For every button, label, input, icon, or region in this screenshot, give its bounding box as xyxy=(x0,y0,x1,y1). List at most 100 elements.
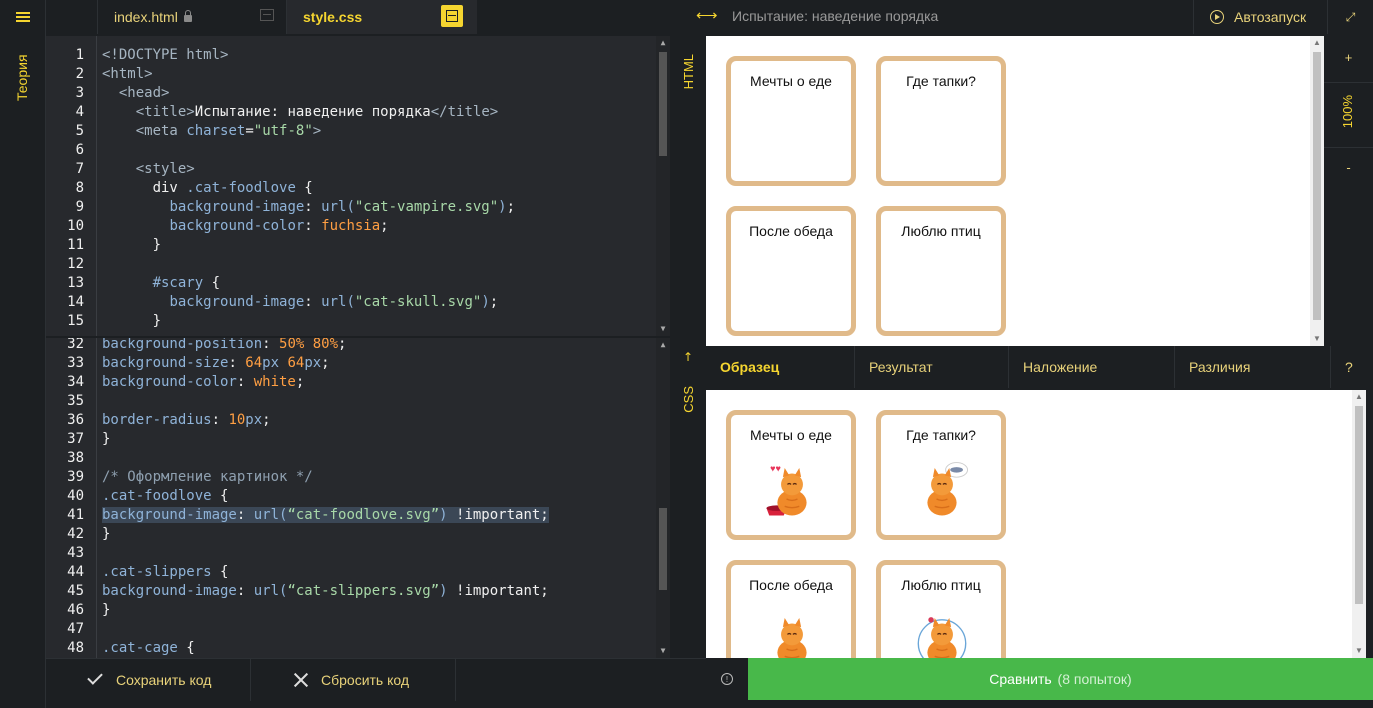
scroll-thumb[interactable] xyxy=(1313,52,1321,320)
compare-bar: ! Сравнить (8 попыток) xyxy=(706,658,1373,700)
code-line[interactable]: background-position: 50% 80%; xyxy=(102,338,346,354)
scroll-thumb[interactable] xyxy=(659,52,667,156)
line-number: 48 xyxy=(67,640,84,656)
scroll-down-icon[interactable]: ▼ xyxy=(656,324,670,334)
code-line[interactable]: .cat-foodlove { xyxy=(102,487,228,506)
code-line[interactable]: background-size: 64px 64px; xyxy=(102,354,330,373)
code-area[interactable]: <!DOCTYPE html> <html> <head> <title>Испы… xyxy=(102,36,656,336)
line-number: 44 xyxy=(67,564,84,580)
code-line[interactable]: background-image: url("cat-skull.svg"); xyxy=(102,293,498,312)
close-icon xyxy=(293,672,309,688)
tab-sample[interactable]: Образец xyxy=(706,346,854,388)
preview-card: Мечты о еде ♥♥ xyxy=(726,410,856,540)
scroll-up-icon[interactable]: ▲ xyxy=(1352,392,1366,402)
code-line[interactable]: background-image: url(“cat-foodlove.svg”… xyxy=(102,506,549,525)
code-line[interactable]: <meta charset="utf-8"> xyxy=(102,122,322,141)
code-line[interactable]: } xyxy=(102,601,110,620)
card-label: Люблю птиц xyxy=(901,577,981,593)
code-line[interactable]: <style> xyxy=(102,160,195,179)
scrollbar[interactable]: ▲ ▼ xyxy=(656,36,670,336)
scroll-up-icon[interactable]: ▲ xyxy=(656,38,670,48)
compare-button[interactable]: Сравнить (8 попыток) xyxy=(748,658,1373,700)
css-editor[interactable]: 32 33 34 35 36 37 38 39 40 41 42 43 44 45 46 47 48 backg… xyxy=(46,338,670,658)
preview-card: После обеда xyxy=(726,206,856,336)
preview-card: Мечты о еде xyxy=(726,56,856,186)
collapse-icon[interactable] xyxy=(260,9,274,21)
editor-tabs: index.html style.css xyxy=(46,0,670,34)
code-line[interactable]: .cat-cage { xyxy=(102,639,195,658)
line-number: 12 xyxy=(67,256,84,272)
line-number: 47 xyxy=(67,621,84,637)
code-line[interactable]: } xyxy=(102,312,161,331)
svg-text:♥♥: ♥♥ xyxy=(770,464,781,474)
code-line[interactable]: <!DOCTYPE html> xyxy=(102,46,228,65)
zoom-out-button[interactable]: - xyxy=(1324,160,1373,175)
code-line[interactable]: } xyxy=(102,525,110,544)
code-line[interactable]: background-image: url("cat-vampire.svg")… xyxy=(102,198,515,217)
compare-label: Сравнить xyxy=(989,671,1052,687)
line-number: 8 xyxy=(75,180,84,196)
html-editor[interactable]: 1 2 3 4 5 6 7 8 9 10 11 12 13 14 15 <!DOCTYPE html> <ht… xyxy=(46,36,670,336)
code-line[interactable]: #scary { xyxy=(102,274,220,293)
resize-arrows-icon[interactable]: ⟷ xyxy=(696,6,718,24)
scroll-thumb[interactable] xyxy=(659,508,667,590)
line-number: 36 xyxy=(67,412,84,428)
theory-tab[interactable]: Теория xyxy=(14,52,30,104)
code-line[interactable]: border-radius: 10px; xyxy=(102,411,271,430)
code-line[interactable]: background-color: white; xyxy=(102,373,304,392)
fullscreen-icon[interactable]: ⤢ xyxy=(1327,0,1373,34)
code-line[interactable]: background-image: url(“cat-slippers.svg”… xyxy=(102,582,549,601)
tab-result[interactable]: Результат xyxy=(854,346,1008,388)
preview-card: Люблю птиц xyxy=(876,206,1006,336)
scroll-up-icon[interactable]: ▲ xyxy=(1310,38,1324,48)
tab-diff[interactable]: Различия xyxy=(1174,346,1330,388)
tab-style-css[interactable]: style.css xyxy=(287,0,477,34)
scrollbar[interactable]: ▲ ▼ xyxy=(1352,390,1366,658)
code-line[interactable]: <head> xyxy=(102,84,170,103)
line-number: 3 xyxy=(75,85,84,101)
card-label: Мечты о еде xyxy=(750,427,832,443)
code-area[interactable]: background-position: 50% 80%; background-… xyxy=(102,338,656,658)
scrollbar[interactable]: ▲ ▼ xyxy=(1310,36,1324,346)
code-line[interactable]: } xyxy=(102,236,161,255)
preview-card: Люблю птиц xyxy=(876,560,1006,658)
scroll-down-icon[interactable]: ▼ xyxy=(1310,334,1324,344)
line-number: 42 xyxy=(67,526,84,542)
play-icon xyxy=(1210,10,1224,24)
save-label: Сохранить код xyxy=(116,672,212,688)
card-label: Где тапки? xyxy=(906,427,976,443)
code-line[interactable]: } xyxy=(102,430,110,449)
info-icon[interactable]: ! xyxy=(706,658,748,700)
tab-label: index.html xyxy=(114,9,178,25)
collapse-icon[interactable] xyxy=(441,5,463,27)
code-line[interactable]: <html> xyxy=(102,65,153,84)
arrow-up-icon[interactable]: ↑ xyxy=(683,350,693,364)
code-line[interactable]: div .cat-foodlove { xyxy=(102,179,313,198)
help-button[interactable]: ? xyxy=(1330,346,1373,388)
line-number: 43 xyxy=(67,545,84,561)
css-panel-label[interactable]: CSS xyxy=(681,386,696,413)
reset-button[interactable]: Сбросить код xyxy=(251,659,456,701)
zoom-in-button[interactable]: + xyxy=(1324,50,1373,65)
tab-overlay[interactable]: Наложение xyxy=(1008,346,1174,388)
attempts-count: (8 попыток) xyxy=(1057,671,1132,687)
line-number: 7 xyxy=(75,161,84,177)
code-line[interactable]: <title>Испытание: наведение порядка</tit… xyxy=(102,103,498,122)
scroll-down-icon[interactable]: ▼ xyxy=(1352,646,1366,656)
menu-icon[interactable] xyxy=(0,0,46,34)
save-button[interactable]: Сохранить код xyxy=(46,659,251,701)
autorun-button[interactable]: Автозапуск xyxy=(1193,0,1326,34)
code-line[interactable]: background-color: fuchsia; xyxy=(102,217,388,236)
code-line[interactable]: .cat-slippers { xyxy=(102,563,228,582)
result-preview: ▲ ▼ Мечты о еде Где тапки? После обеда Любл… xyxy=(706,36,1324,346)
preview-card: Где тапки? xyxy=(876,410,1006,540)
html-panel-label[interactable]: HTML xyxy=(681,54,696,89)
zoom-controls: + 100% - xyxy=(1324,36,1373,346)
scroll-thumb[interactable] xyxy=(1355,406,1363,604)
reset-label: Сбросить код xyxy=(321,672,410,688)
scrollbar[interactable]: ▲ ▼ xyxy=(656,338,670,658)
scroll-up-icon[interactable]: ▲ xyxy=(656,340,670,350)
tab-index-html[interactable]: index.html xyxy=(97,0,287,34)
scroll-down-icon[interactable]: ▼ xyxy=(656,646,670,656)
code-line[interactable]: /* Оформление картинок */ xyxy=(102,468,313,487)
